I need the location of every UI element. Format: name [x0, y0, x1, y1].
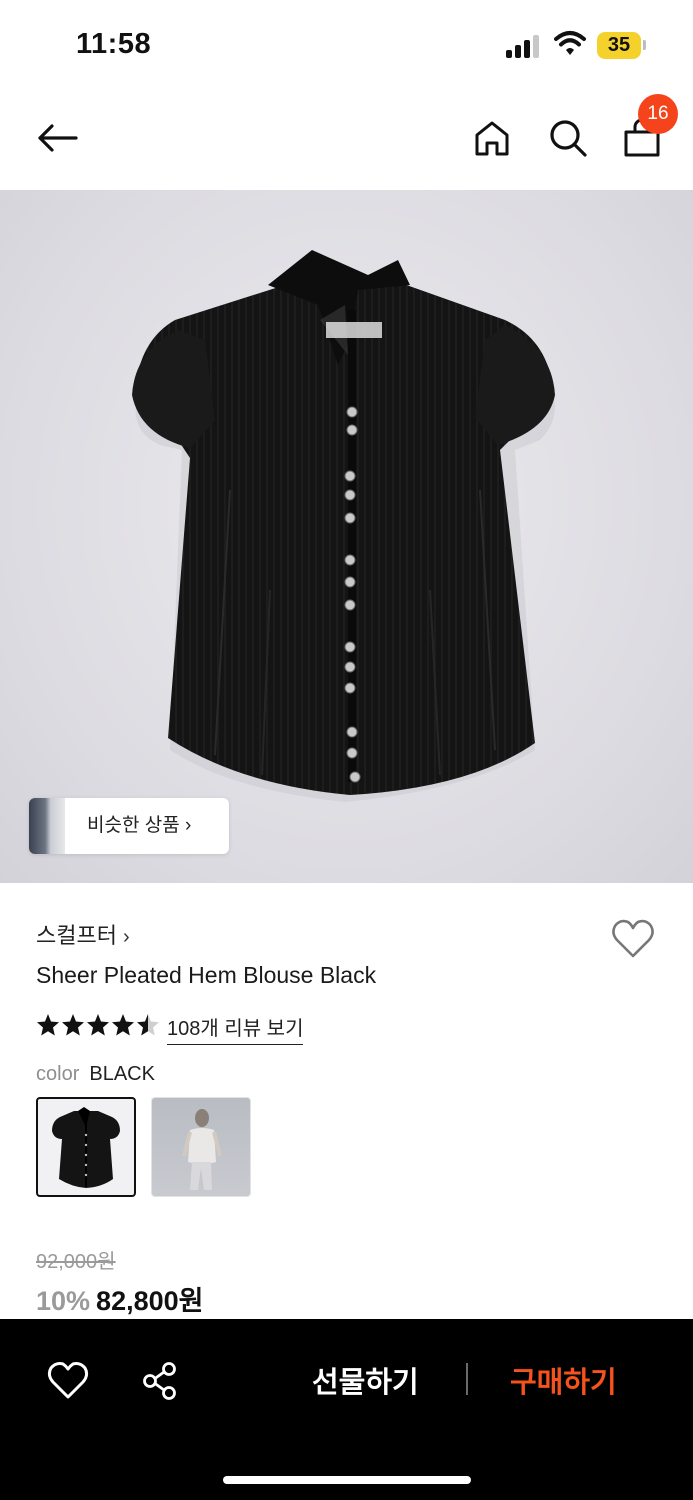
color-swatch-black[interactable]: [36, 1097, 136, 1197]
star-icon: [37, 1014, 59, 1036]
rating-stars: [37, 1014, 159, 1036]
brand-link[interactable]: 스컬프터 ›: [36, 918, 130, 950]
home-indicator[interactable]: [223, 1476, 471, 1484]
blouse-photo: [132, 250, 555, 802]
top-nav-bar: [0, 90, 693, 190]
chevron-right-icon: ›: [122, 926, 130, 948]
review-link[interactable]: 108개 리뷰 보기: [167, 1012, 304, 1045]
similar-products-label: 비슷한 상품 ›: [87, 815, 192, 836]
wifi-icon: [554, 31, 586, 55]
half-star-icon: [137, 1014, 159, 1036]
similar-product-thumbnail: [29, 798, 65, 854]
search-icon[interactable]: [544, 114, 592, 162]
original-price: 92,000원: [36, 1251, 116, 1273]
chevron-right-icon: ›: [184, 815, 192, 836]
color-swatch-alt[interactable]: [151, 1097, 251, 1197]
similar-products-button[interactable]: 비슷한 상품 ›: [29, 798, 229, 854]
color-value: BLACK: [89, 1063, 155, 1085]
action-divider: [466, 1363, 468, 1395]
bottom-action-bar: 선물하기 구매하기: [0, 1319, 693, 1500]
heart-icon[interactable]: [46, 1359, 90, 1403]
star-icon: [112, 1014, 134, 1036]
sale-price: 82,800원: [96, 1286, 204, 1316]
discount-rate: 10%: [36, 1286, 91, 1316]
brand-name: 스컬프터: [36, 923, 117, 948]
star-icon: [62, 1014, 84, 1036]
arrow-left-icon[interactable]: [34, 114, 82, 162]
battery-icon: 35: [597, 32, 641, 59]
heart-icon[interactable]: [610, 917, 656, 961]
product-title: Sheer Pleated Hem Blouse Black: [36, 962, 377, 988]
swatch-blouse-thumbnail: [52, 1107, 120, 1188]
share-icon[interactable]: [138, 1359, 182, 1403]
gift-button[interactable]: 선물하기: [312, 1359, 419, 1401]
battery-cap: [643, 40, 646, 50]
color-row: color BLACK: [36, 1063, 155, 1086]
home-icon[interactable]: [468, 114, 516, 162]
cart-count-badge: 16: [638, 94, 678, 134]
cellular-signal-icon: [506, 34, 542, 58]
status-bar: 11:58 35: [0, 0, 693, 90]
product-image[interactable]: [0, 190, 693, 883]
star-icon: [87, 1014, 109, 1036]
color-label: color: [36, 1063, 80, 1085]
buy-button[interactable]: 구매하기: [510, 1359, 617, 1401]
swatch-model-thumbnail: [182, 1109, 222, 1190]
status-time: 11:58: [76, 28, 152, 60]
battery-level: 35: [607, 34, 631, 56]
price-row: 10% 82,800원: [36, 1279, 203, 1318]
